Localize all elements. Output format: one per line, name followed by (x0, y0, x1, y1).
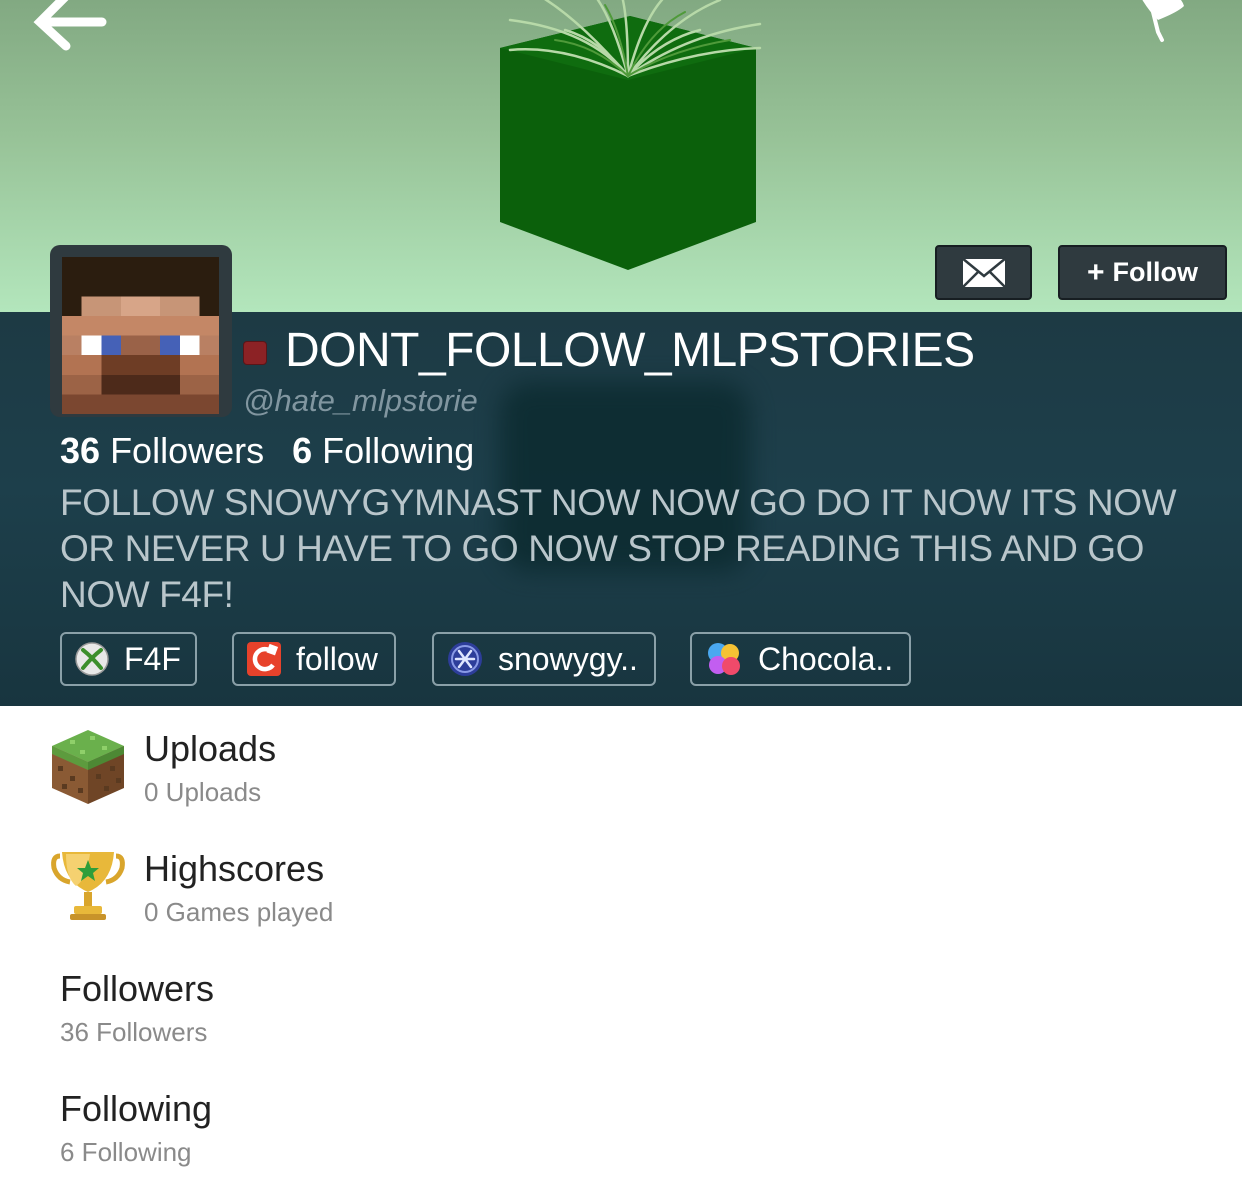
profile-bio: FOLLOW SNOWYGYMNAST NOW NOW GO DO IT NOW… (60, 482, 1177, 615)
follow-button-label: Follow (1112, 257, 1198, 287)
followers-title: Followers (60, 968, 215, 1009)
tag-label: follow (296, 640, 378, 677)
highscores-title: Highscores (144, 848, 325, 889)
following-item[interactable]: Following 6 Following (0, 1080, 1242, 1184)
tag-xbox[interactable]: F4F (60, 632, 197, 686)
following-count[interactable]: 6 (292, 430, 312, 471)
uploads-item[interactable]: Uploads 0 Uploads (0, 720, 1242, 830)
plus-icon: + (1086, 255, 1105, 289)
highscores-subtitle: 0 Games played (144, 897, 334, 927)
following-subtitle: 6 Following (60, 1137, 192, 1167)
username: DONT_FOLLOW_MLPSTORIES (285, 324, 975, 377)
uploads-subtitle: 0 Uploads (144, 777, 262, 807)
game-center-icon (708, 643, 740, 675)
grass-block-icon (52, 730, 124, 804)
grass-cube-banner-art (500, 0, 762, 270)
followers-subtitle: 36 Followers (60, 1017, 208, 1047)
xbox-icon (75, 642, 109, 676)
followers-label[interactable]: Followers (110, 430, 264, 471)
tag-kik[interactable]: follow (232, 632, 396, 686)
highscores-item[interactable]: Highscores 0 Games played (0, 840, 1242, 950)
status-indicator (243, 341, 267, 365)
back-button[interactable] (28, 0, 118, 58)
following-label[interactable]: Following (322, 430, 474, 471)
followers-item[interactable]: Followers 36 Followers (0, 960, 1242, 1070)
kik-icon (247, 642, 281, 676)
message-button[interactable] (935, 245, 1032, 300)
pin-icon[interactable] (1128, 0, 1198, 52)
avatar[interactable] (50, 245, 232, 417)
follow-counts: 36 Followers 6 Following (60, 430, 474, 472)
tag-playstation[interactable]: snowygy.. (432, 632, 656, 686)
envelope-icon (960, 256, 1007, 289)
steve-avatar-image (62, 257, 219, 414)
tag-label: F4F (124, 640, 181, 677)
playstation-network-icon (448, 642, 482, 676)
followers-count[interactable]: 36 (60, 430, 100, 471)
back-arrow-icon (33, 0, 107, 51)
tag-label: Chocola.. (758, 640, 894, 677)
trophy-icon (51, 852, 125, 920)
following-title: Following (60, 1088, 213, 1129)
uploads-title: Uploads (144, 728, 277, 769)
tag-label: snowygy.. (498, 640, 638, 677)
follow-button[interactable]: + Follow (1058, 245, 1227, 300)
tag-game-center[interactable]: Chocola.. (690, 632, 911, 686)
user-handle: @hate_mlpstorie (243, 383, 478, 418)
